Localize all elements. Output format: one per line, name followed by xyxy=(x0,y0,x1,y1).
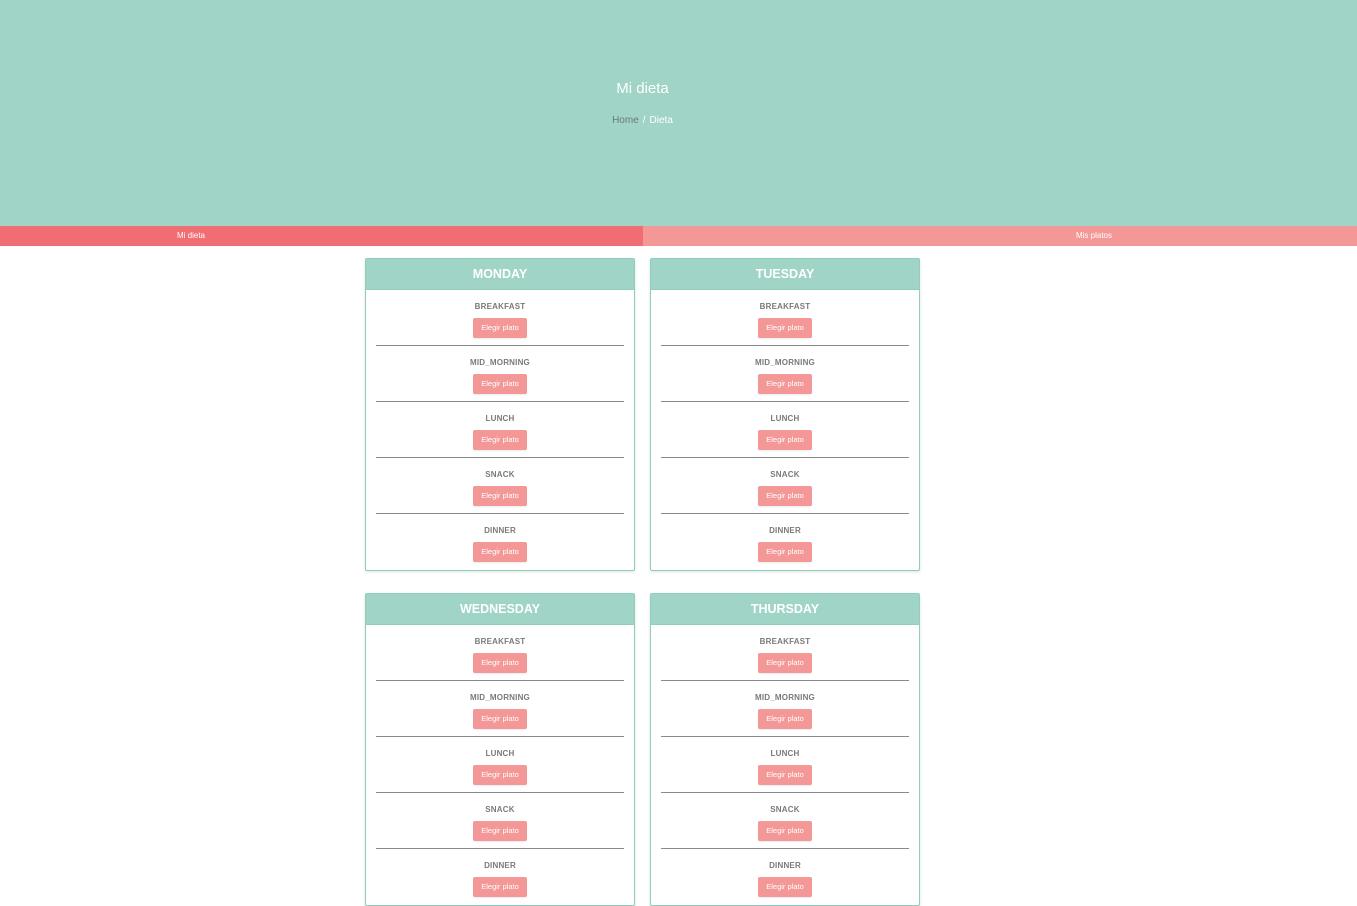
choose-dish-button[interactable]: Elegir plato xyxy=(473,318,527,338)
meal-label: DINNER xyxy=(484,861,516,870)
meal-slot: BREAKFAST Elegir plato xyxy=(651,290,919,346)
meal-slot: SNACK Elegir plato xyxy=(366,793,634,849)
day-card-title: THURSDAY xyxy=(651,594,919,625)
choose-dish-button[interactable]: Elegir plato xyxy=(758,821,812,841)
day-card-wednesday: WEDNESDAY BREAKFAST Elegir plato MID_MORNIN… xyxy=(365,593,635,906)
choose-dish-button[interactable]: Elegir plato xyxy=(758,374,812,394)
choose-dish-button[interactable]: Elegir plato xyxy=(758,877,812,897)
meal-slot: LUNCH Elegir plato xyxy=(651,737,919,793)
tab-mis-platos[interactable]: Mis platos xyxy=(643,226,1357,246)
day-card-title: WEDNESDAY xyxy=(366,594,634,625)
meal-label: MID_MORNING xyxy=(470,358,530,367)
choose-dish-button[interactable]: Elegir plato xyxy=(758,486,812,506)
meal-slot: DINNER Elegir plato xyxy=(651,514,919,570)
meal-label: MID_MORNING xyxy=(755,693,815,702)
choose-dish-button[interactable]: Elegir plato xyxy=(758,430,812,450)
meal-slot: BREAKFAST Elegir plato xyxy=(651,625,919,681)
day-card-title: MONDAY xyxy=(366,259,634,290)
meal-label: SNACK xyxy=(770,470,800,479)
day-card-thursday: THURSDAY BREAKFAST Elegir plato MID_MORNING… xyxy=(650,593,920,906)
meal-slot: MID_MORNING Elegir plato xyxy=(651,346,919,402)
meal-label: SNACK xyxy=(485,470,515,479)
meal-label: SNACK xyxy=(485,805,515,814)
meal-slot: MID_MORNING Elegir plato xyxy=(366,681,634,737)
meal-label: LUNCH xyxy=(770,414,800,423)
breadcrumb-home-link[interactable]: Home xyxy=(612,115,639,126)
day-card-monday: MONDAY BREAKFAST Elegir plato MID_MORNING El… xyxy=(365,258,635,571)
meal-slot: MID_MORNING Elegir plato xyxy=(651,681,919,737)
page-title: Mi dieta xyxy=(616,80,669,97)
choose-dish-button[interactable]: Elegir plato xyxy=(473,877,527,897)
meal-slot: LUNCH Elegir plato xyxy=(366,737,634,793)
choose-dish-button[interactable]: Elegir plato xyxy=(758,765,812,785)
meal-slot: MID_MORNING Elegir plato xyxy=(366,346,634,402)
day-card-title: TUESDAY xyxy=(651,259,919,290)
meal-slot: DINNER Elegir plato xyxy=(366,849,634,905)
page-header: Mi dieta Home / Dieta xyxy=(0,0,1357,226)
tab-label: Mis platos xyxy=(1075,231,1112,240)
breadcrumb-separator: / xyxy=(642,115,646,126)
breadcrumb-current: Dieta xyxy=(649,115,673,126)
meal-label: BREAKFAST xyxy=(474,637,526,646)
meal-label: DINNER xyxy=(769,861,801,870)
choose-dish-button[interactable]: Elegir plato xyxy=(473,430,527,450)
meal-slot: LUNCH Elegir plato xyxy=(366,402,634,458)
choose-dish-button[interactable]: Elegir plato xyxy=(473,765,527,785)
choose-dish-button[interactable]: Elegir plato xyxy=(758,318,812,338)
section-tabs: Mi dieta Mis platos xyxy=(0,226,1357,246)
tab-label: Mi dieta xyxy=(176,231,205,240)
choose-dish-button[interactable]: Elegir plato xyxy=(473,486,527,506)
choose-dish-button[interactable]: Elegir plato xyxy=(758,709,812,729)
meal-slot: SNACK Elegir plato xyxy=(651,458,919,514)
meal-label: MID_MORNING xyxy=(470,693,530,702)
choose-dish-button[interactable]: Elegir plato xyxy=(473,374,527,394)
meal-label: BREAKFAST xyxy=(474,302,526,311)
meal-label: LUNCH xyxy=(485,749,515,758)
breadcrumb: Home / Dieta xyxy=(0,115,1285,126)
meal-label: SNACK xyxy=(770,805,800,814)
meal-slot: BREAKFAST Elegir plato xyxy=(366,290,634,346)
day-card-tuesday: TUESDAY BREAKFAST Elegir plato MID_MORNING E… xyxy=(650,258,920,571)
choose-dish-button[interactable]: Elegir plato xyxy=(473,709,527,729)
choose-dish-button[interactable]: Elegir plato xyxy=(473,653,527,673)
meal-label: BREAKFAST xyxy=(759,302,811,311)
meal-label: MID_MORNING xyxy=(755,358,815,367)
tab-mi-dieta[interactable]: Mi dieta xyxy=(0,226,643,246)
choose-dish-button[interactable]: Elegir plato xyxy=(758,653,812,673)
meal-label: DINNER xyxy=(484,526,516,535)
choose-dish-button[interactable]: Elegir plato xyxy=(473,542,527,562)
meal-label: DINNER xyxy=(769,526,801,535)
choose-dish-button[interactable]: Elegir plato xyxy=(758,542,812,562)
meal-slot: DINNER Elegir plato xyxy=(366,514,634,570)
meal-slot: SNACK Elegir plato xyxy=(366,458,634,514)
meal-label: BREAKFAST xyxy=(759,637,811,646)
meal-slot: LUNCH Elegir plato xyxy=(651,402,919,458)
choose-dish-button[interactable]: Elegir plato xyxy=(473,821,527,841)
meal-slot: BREAKFAST Elegir plato xyxy=(366,625,634,681)
meal-label: LUNCH xyxy=(770,749,800,758)
meal-slot: DINNER Elegir plato xyxy=(651,849,919,905)
meal-label: LUNCH xyxy=(485,414,515,423)
meal-slot: SNACK Elegir plato xyxy=(651,793,919,849)
